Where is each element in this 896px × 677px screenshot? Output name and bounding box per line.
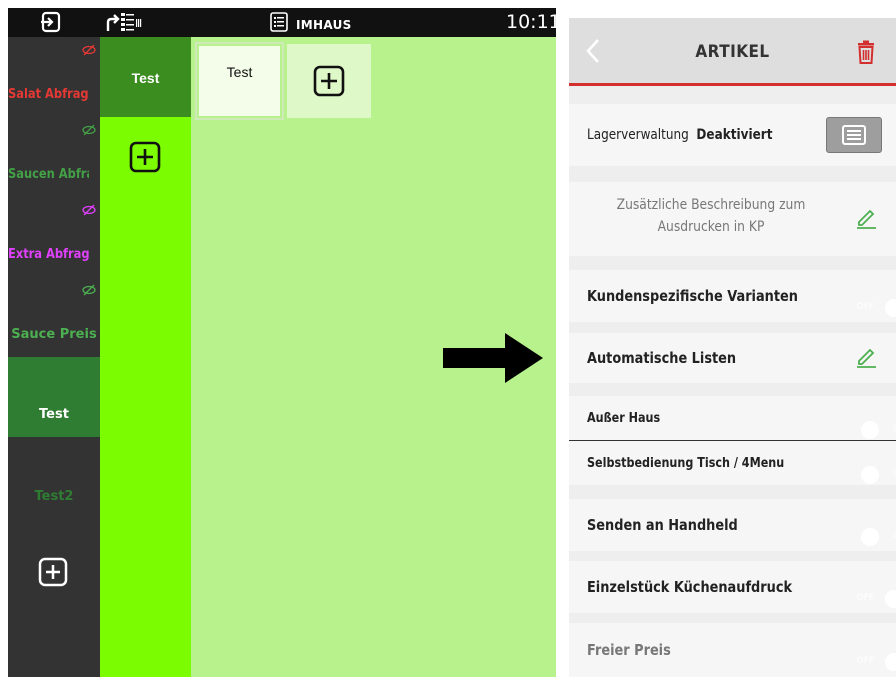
setting-label: Einzelstück Küchenaufdruck <box>587 578 793 596</box>
setting-label: Kundenspezifische Varianten <box>587 287 798 305</box>
description-row[interactable]: Zusätzliche Beschreibung zum Ausdrucken … <box>569 182 896 256</box>
category-label: Sauce Preis <box>11 327 97 342</box>
setting-row: Außer Haus ON <box>569 396 896 440</box>
subcategory-column: Test <box>100 37 191 677</box>
setting-label: Senden an Handheld <box>587 516 738 534</box>
category-item-selected[interactable]: Test <box>8 357 100 437</box>
visibility-off-icon[interactable] <box>82 43 96 61</box>
trash-icon[interactable] <box>857 40 875 69</box>
category-item[interactable]: Saucen Abfrage <box>8 117 100 197</box>
add-subcategory-button[interactable] <box>129 141 161 178</box>
list-icon <box>842 125 866 145</box>
category-item[interactable]: Extra Abfrage Kl <box>8 197 100 277</box>
lager-row-label: Lagerverwaltung Deaktiviert <box>587 127 773 143</box>
arrow-right-icon <box>443 333 543 388</box>
add-icon <box>313 65 345 97</box>
category-label: Saucen Abfrage <box>8 167 89 182</box>
panel-header: ARTIKEL <box>569 18 896 86</box>
status-bar: IMHAUS 10:11 <box>8 8 556 37</box>
visibility-off-icon[interactable] <box>82 123 96 141</box>
artikel-panel: ARTIKEL Lagerverwaltung Deaktiviert Zusä… <box>569 18 896 677</box>
lager-value: Deaktiviert <box>696 127 773 143</box>
setting-label: Automatische Listen <box>587 349 737 367</box>
item-card[interactable]: Test <box>195 42 284 120</box>
visibility-off-icon[interactable] <box>82 283 96 301</box>
clock: 10:11 <box>506 11 556 33</box>
category-column: Salat Abfrage Saucen Abfrage Extra Abfra… <box>8 37 100 677</box>
lager-settings-button[interactable] <box>826 117 882 153</box>
category-item[interactable]: Sauce Preis <box>8 277 100 357</box>
service-mode[interactable]: IMHAUS <box>270 12 352 37</box>
setting-row: Kundenspezifische Varianten OFF <box>569 270 896 322</box>
redirect-order-icon[interactable] <box>106 11 142 38</box>
visibility-off-icon[interactable] <box>82 203 96 221</box>
setting-label: Selbstbedienung Tisch / 4Menu <box>587 455 785 471</box>
page-title: ARTIKEL <box>695 42 770 62</box>
setting-row[interactable]: Automatische Listen <box>569 333 896 383</box>
add-category-button[interactable] <box>38 557 68 592</box>
setting-row: Senden an Handheld ON <box>569 499 896 551</box>
description-text: Zusätzliche Beschreibung zum Ausdrucken … <box>616 197 806 235</box>
lager-row: Lagerverwaltung Deaktiviert <box>569 104 896 166</box>
service-mode-label: IMHAUS <box>296 17 352 32</box>
category-item[interactable]: Salat Abfrage <box>8 37 100 117</box>
setting-row: Freier Preis OFF <box>569 623 896 677</box>
category-item[interactable]: Test2 <box>8 437 100 517</box>
edit-icon[interactable] <box>854 344 878 373</box>
exit-icon[interactable] <box>40 11 62 38</box>
setting-label: Außer Haus <box>587 410 661 426</box>
subcategory-item-selected[interactable]: Test <box>100 37 191 117</box>
setting-row: Selbstbedienung Tisch / 4Menu ON <box>569 441 896 485</box>
list-icon <box>270 12 288 37</box>
category-label: Test <box>39 407 69 422</box>
edit-icon[interactable] <box>854 205 878 234</box>
setting-label: Freier Preis <box>587 641 671 659</box>
setting-row: Einzelstück Küchenaufdruck OFF <box>569 561 896 613</box>
add-item-button[interactable] <box>287 44 371 118</box>
category-label: Salat Abfrage <box>8 87 89 102</box>
category-label: Test2 <box>34 489 74 504</box>
category-label: Extra Abfrage Kl <box>8 247 89 262</box>
